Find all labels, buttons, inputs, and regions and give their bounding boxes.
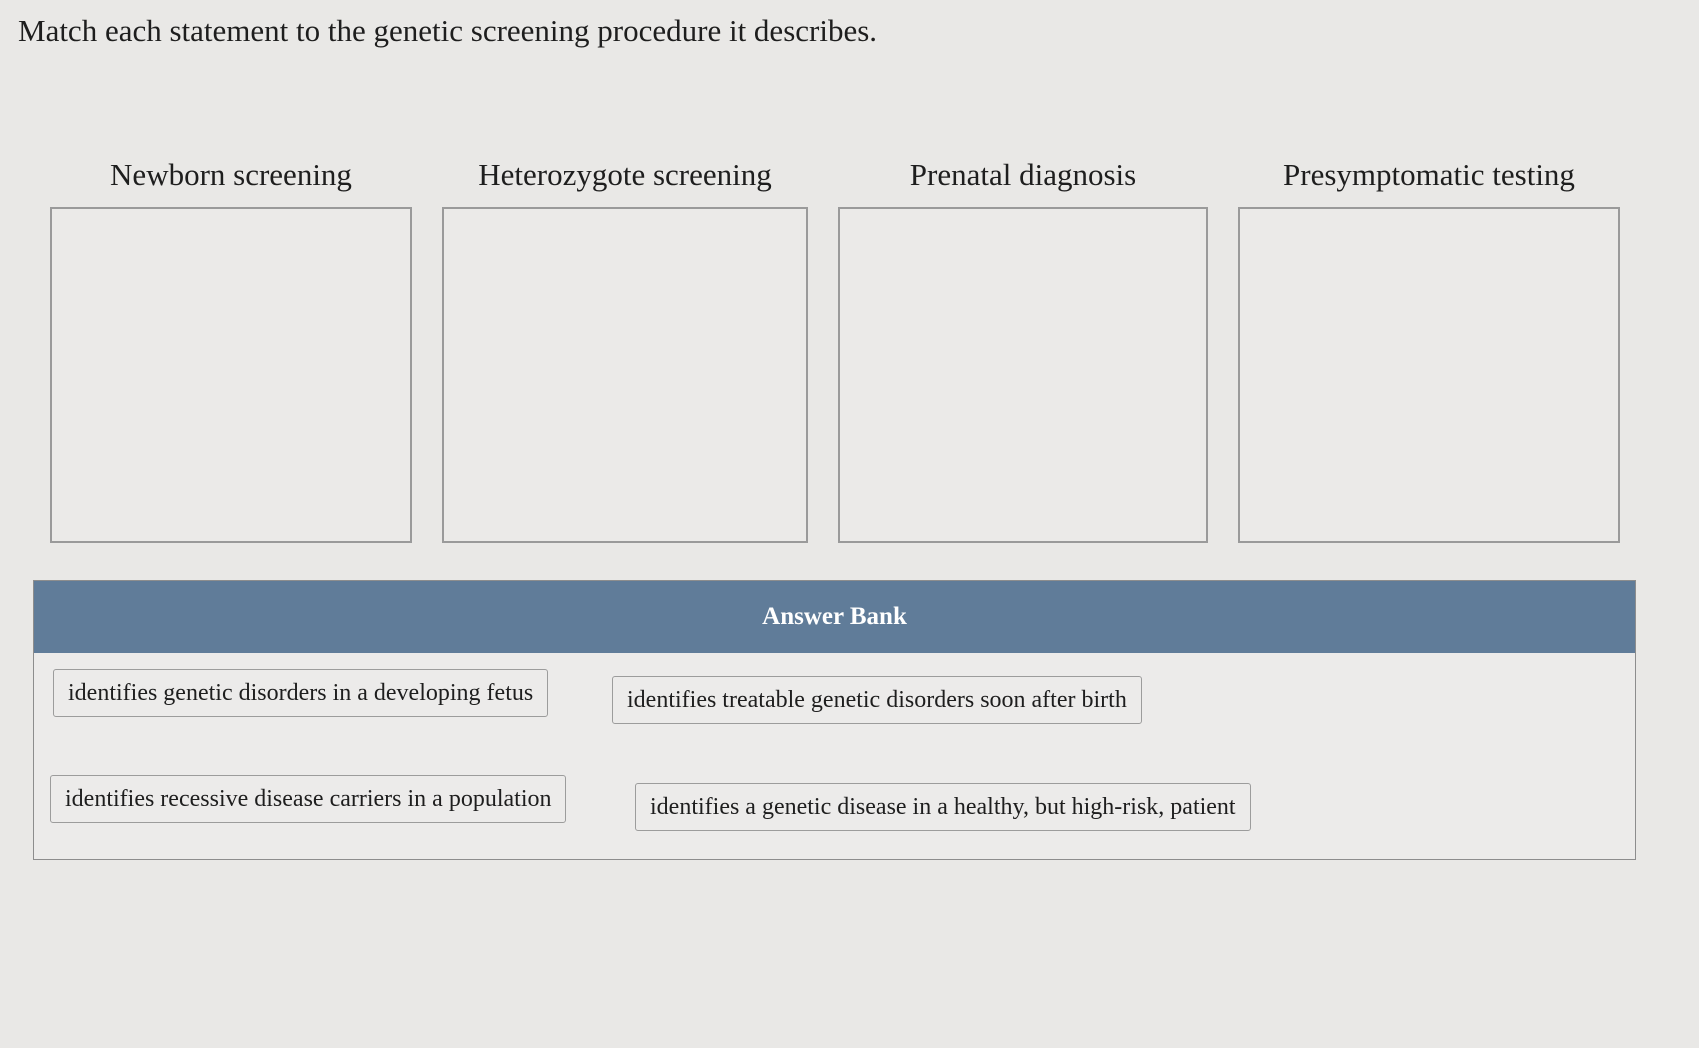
target-label-presymptomatic-testing: Presymptomatic testing bbox=[1283, 157, 1575, 192]
drop-zone-prenatal-diagnosis[interactable] bbox=[838, 207, 1208, 543]
answer-chip-after-birth[interactable]: identifies treatable genetic disorders s… bbox=[612, 676, 1142, 724]
target-heterozygote-screening: Heterozygote screening bbox=[442, 155, 808, 543]
answer-bank: Answer Bank identifies genetic disorders… bbox=[33, 580, 1636, 860]
target-label-prenatal-diagnosis: Prenatal diagnosis bbox=[909, 157, 1137, 192]
target-label-heterozygote-screening: Heterozygote screening bbox=[478, 157, 772, 192]
drop-zone-heterozygote-screening[interactable] bbox=[442, 207, 808, 543]
answer-chip-developing-fetus[interactable]: identifies genetic disorders in a develo… bbox=[53, 669, 549, 717]
question-prompt: Match each statement to the genetic scre… bbox=[18, 13, 878, 48]
drop-targets: Newborn screening Heterozygote screening… bbox=[50, 155, 1640, 565]
target-label-newborn-screening: Newborn screening bbox=[110, 157, 352, 192]
answer-bank-title: Answer Bank bbox=[34, 581, 1635, 653]
drop-zone-presymptomatic-testing[interactable] bbox=[1238, 207, 1620, 543]
target-presymptomatic-testing: Presymptomatic testing bbox=[1238, 155, 1620, 543]
target-newborn-screening: Newborn screening bbox=[50, 155, 412, 543]
answer-chip-recessive-carriers[interactable]: identifies recessive disease carriers in… bbox=[50, 775, 567, 823]
drop-zone-newborn-screening[interactable] bbox=[50, 207, 412, 543]
answer-chip-high-risk-patient[interactable]: identifies a genetic disease in a health… bbox=[635, 783, 1251, 831]
target-prenatal-diagnosis: Prenatal diagnosis bbox=[838, 155, 1208, 543]
